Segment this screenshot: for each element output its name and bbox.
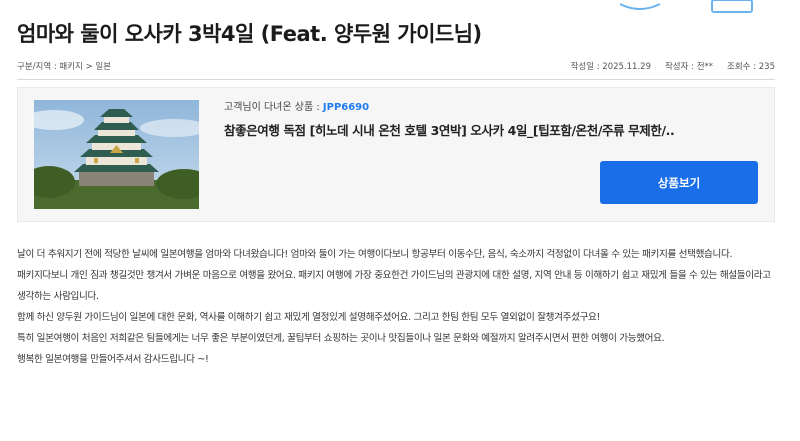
review-content: 날이 더 추워지기 전에 적당한 날씨에 일본여행을 엄마와 다녀왔습니다! 엄… <box>17 244 780 370</box>
post-meta: 구분/지역 : 패키지 > 일본 작성일 : 2025.11.29 작성자 : … <box>17 60 775 74</box>
review-paragraph: 날이 더 추워지기 전에 적당한 날씨에 일본여행을 엄마와 다녀왔습니다! 엄… <box>17 249 733 260</box>
review-paragraph: 특히 일본여행이 처음인 저희같은 팀들에게는 너무 좋은 부분이였던게, 꿀팁… <box>17 333 665 344</box>
post-author: 작성자 : 전** <box>664 62 714 72</box>
product-name[interactable]: 참좋은여행 독점 [히노데 시내 온천 호텔 3연박] 오사카 4일_[팁포함/… <box>224 120 675 139</box>
product-card: 고객님이 다녀온 상품 : JPP6690 참좋은여행 독점 [히노데 시내 온… <box>17 87 775 222</box>
product-label-prefix: 고객님이 다녀온 상품 : <box>224 102 323 113</box>
post-date: 작성일 : 2025.11.29 <box>570 62 651 72</box>
page-title: 엄마와 둘이 오사카 3박4일 (Feat. 양두원 가이드님) <box>17 22 482 46</box>
product-label: 고객님이 다녀온 상품 : JPP6690 <box>224 98 369 113</box>
decorative-illustration <box>620 0 753 13</box>
review-paragraph: 패키지다보니 개인 짐과 챙길것만 챙겨서 가벼운 마음으로 여행을 왔어요. … <box>17 270 771 302</box>
view-count: 조회수 : 235 <box>727 62 775 72</box>
product-code[interactable]: JPP6690 <box>323 102 369 113</box>
osaka-castle-image[interactable] <box>34 100 199 209</box>
divider <box>17 79 775 80</box>
category-breadcrumb: 구분/지역 : 패키지 > 일본 <box>17 62 112 72</box>
review-paragraph: 행복한 일본여행을 만들어주셔서 감사드립니다 ~! <box>17 354 209 365</box>
view-product-button[interactable]: 상품보기 <box>600 161 758 204</box>
review-paragraph: 함께 하신 양두원 가이드님이 일본에 대한 문화, 역사를 이해하기 쉽고 재… <box>17 312 601 323</box>
